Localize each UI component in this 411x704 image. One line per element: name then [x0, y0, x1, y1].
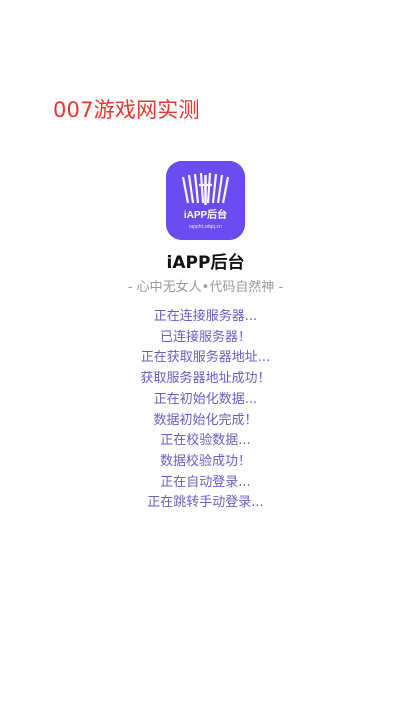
- logo-subtext: iappht.sdqq.cn: [189, 224, 222, 230]
- app-logo: iAPP后台 iappht.sdqq.cn: [166, 161, 245, 240]
- status-line: 正在自动登录...: [160, 474, 251, 490]
- status-line: 正在校验数据...: [160, 433, 251, 449]
- status-log: 正在连接服务器... 已连接服务器！ 正在获取服务器地址... 获取服务器地址成…: [0, 307, 411, 514]
- logo-text: iAPP后台: [184, 208, 227, 221]
- watermark-text: 007游戏网实测: [53, 98, 200, 122]
- book-logo-icon: iAPP后台 iappht.sdqq.cn: [166, 161, 245, 240]
- status-line: 正在获取服务器地址...: [140, 350, 271, 366]
- status-line: 已连接服务器！: [159, 329, 251, 345]
- status-line: 正在连接服务器...: [153, 309, 258, 324]
- app-slogan: - 心中无女人•代码自然神 -: [127, 280, 284, 295]
- status-line: 正在初始化数据...: [153, 391, 258, 407]
- status-line: 正在跳转手动登录...: [147, 495, 264, 511]
- status-line: 数据校验成功！: [159, 453, 251, 469]
- splash-screen: 007游戏网实测 iAPP后台 iappht.sdqq.cn iAPP后台 - …: [0, 0, 411, 704]
- status-line: 获取服务器地址成功！: [140, 371, 271, 387]
- status-line: 数据初始化完成！: [153, 412, 258, 428]
- app-title: iAPP后台: [166, 253, 245, 273]
